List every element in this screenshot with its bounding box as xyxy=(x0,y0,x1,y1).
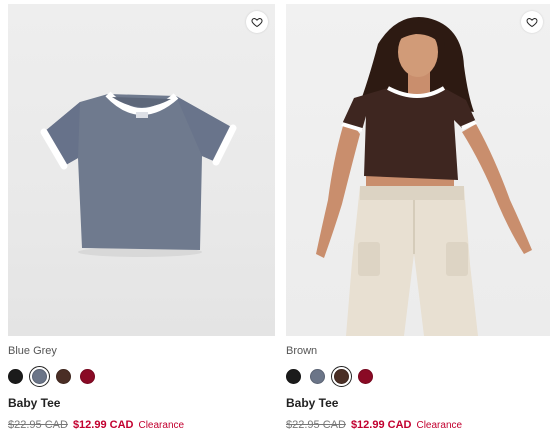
wishlist-button[interactable] xyxy=(521,11,543,33)
grey-tee-illustration xyxy=(40,91,237,257)
selected-color-name: Brown xyxy=(286,345,318,357)
color-swatches xyxy=(8,365,275,387)
swatch-black[interactable] xyxy=(286,368,301,384)
heart-icon xyxy=(251,17,263,28)
swatch-blue-grey[interactable] xyxy=(310,368,325,384)
model-photo-illustration xyxy=(316,17,532,336)
product-image[interactable] xyxy=(286,4,550,336)
swatch-brown[interactable] xyxy=(331,365,352,387)
product-image[interactable] xyxy=(8,4,275,336)
heart-icon xyxy=(526,17,538,28)
color-swatches xyxy=(286,365,550,387)
product-name[interactable]: Baby Tee xyxy=(8,396,275,410)
clearance-badge: Clearance xyxy=(138,420,185,431)
selected-color-name: Blue Grey xyxy=(8,345,57,357)
sale-price: $12.99 CAD xyxy=(350,419,412,431)
original-price: $22.95 CAD xyxy=(8,419,68,431)
product-name[interactable]: Baby Tee xyxy=(286,396,550,410)
clearance-badge: Clearance xyxy=(416,420,463,431)
swatch-burgundy[interactable] xyxy=(80,368,95,384)
swatch-burgundy[interactable] xyxy=(358,368,373,384)
price-row: $22.95 CAD $12.99 CAD Clearance xyxy=(286,419,550,431)
product-card-brown[interactable]: Brown Baby Tee $22.95 CAD $12.99 CAD Cle… xyxy=(286,4,550,431)
swatch-black[interactable] xyxy=(8,368,23,384)
wishlist-button[interactable] xyxy=(246,11,268,33)
product-card-blue-grey[interactable]: Blue Grey Baby Tee $22.95 CAD $12.99 CAD… xyxy=(8,4,275,431)
original-price: $22.95 CAD xyxy=(286,419,346,431)
price-row: $22.95 CAD $12.99 CAD Clearance xyxy=(8,419,275,431)
swatch-brown[interactable] xyxy=(56,368,71,384)
sale-price: $12.99 CAD xyxy=(72,419,134,431)
swatch-blue-grey[interactable] xyxy=(29,365,50,387)
